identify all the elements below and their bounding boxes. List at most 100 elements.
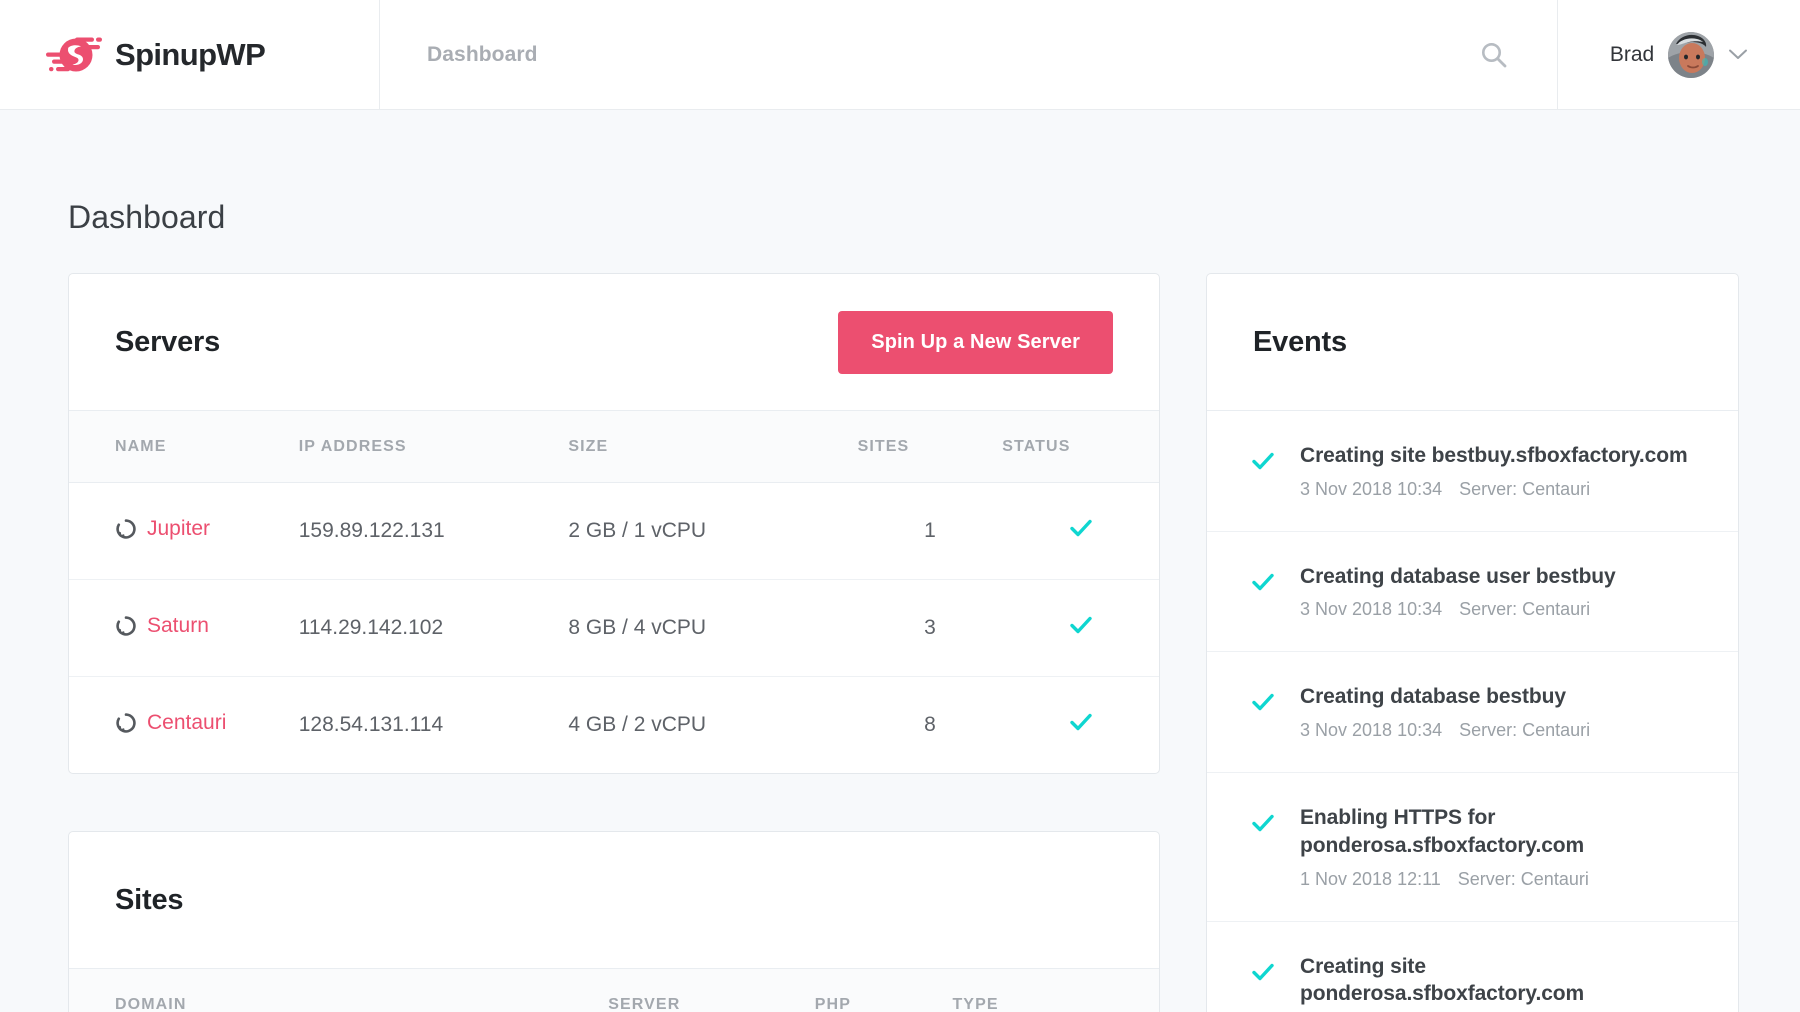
chevron-down-icon[interactable] xyxy=(1728,48,1748,61)
event-title: Enabling HTTPS for ponderosa.sfboxfactor… xyxy=(1300,804,1698,859)
server-sites: 8 xyxy=(858,677,1003,774)
sites-card: Sites DOMAIN SERVER PHP TYPE xyxy=(68,831,1160,1012)
sites-table-head: DOMAIN SERVER PHP TYPE xyxy=(69,969,1159,1012)
event-body: Creating site bestbuy.sfboxfactory.com 3… xyxy=(1300,442,1698,500)
search-icon[interactable] xyxy=(1477,38,1511,72)
logo-text: SpinupWP xyxy=(115,39,265,70)
servers-card-header: Servers Spin Up a New Server xyxy=(69,274,1159,411)
server-icon xyxy=(115,712,137,734)
event-meta: 1 Nov 2018 12:11 Server: Centauri xyxy=(1300,869,1698,890)
col-header-php: PHP xyxy=(815,969,953,1012)
server-name: Centauri xyxy=(147,711,226,735)
server-status xyxy=(1002,483,1159,580)
list-item[interactable]: Creating site ponderosa.sfboxfactory.com… xyxy=(1207,922,1738,1012)
search-placeholder: Dashboard xyxy=(427,43,538,67)
event-meta: 3 Nov 2018 10:34 Server: Centauri xyxy=(1300,720,1698,741)
table-row[interactable]: Centauri 128.54.131.114 4 GB / 2 vCPU 8 xyxy=(69,677,1159,774)
servers-card: Servers Spin Up a New Server NAME IP ADD… xyxy=(68,273,1160,774)
table-row[interactable]: Saturn 114.29.142.102 8 GB / 4 vCPU 3 xyxy=(69,580,1159,677)
event-date: 3 Nov 2018 10:34 xyxy=(1300,479,1442,500)
event-date: 1 Nov 2018 12:11 xyxy=(1300,869,1441,890)
event-check-icon xyxy=(1250,683,1276,741)
server-sites: 1 xyxy=(858,483,1003,580)
global-search[interactable]: Dashboard xyxy=(380,0,1557,109)
events-list: Creating site bestbuy.sfboxfactory.com 3… xyxy=(1207,411,1738,1012)
server-link-jupiter[interactable]: Jupiter xyxy=(115,517,210,541)
server-sites: 3 xyxy=(858,580,1003,677)
server-name-cell: Jupiter xyxy=(69,483,299,580)
server-icon xyxy=(115,615,137,637)
server-size: 8 GB / 4 vCPU xyxy=(568,580,857,677)
event-title: Creating site ponderosa.sfboxfactory.com xyxy=(1300,953,1698,1008)
brand-logo[interactable]: SpinupWP xyxy=(0,0,380,109)
dashboard-columns: Servers Spin Up a New Server NAME IP ADD… xyxy=(0,273,1800,1012)
events-title: Events xyxy=(1253,326,1347,359)
col-header-status: STATUS xyxy=(1002,411,1159,483)
server-size: 2 GB / 1 vCPU xyxy=(568,483,857,580)
servers-header-row: NAME IP ADDRESS SIZE SITES STATUS xyxy=(69,411,1159,483)
event-meta: 3 Nov 2018 10:34 Server: Centauri xyxy=(1300,479,1698,500)
event-meta: 3 Nov 2018 10:34 Server: Centauri xyxy=(1300,599,1698,620)
server-icon xyxy=(115,518,137,540)
event-title: Creating site bestbuy.sfboxfactory.com xyxy=(1300,442,1698,470)
avatar xyxy=(1668,32,1714,78)
col-header-ip: IP ADDRESS xyxy=(299,411,569,483)
event-body: Creating site ponderosa.sfboxfactory.com… xyxy=(1300,953,1698,1012)
event-server: Server: Centauri xyxy=(1459,479,1590,500)
event-check-icon xyxy=(1250,442,1276,500)
col-header-domain: DOMAIN xyxy=(69,969,608,1012)
server-ip: 128.54.131.114 xyxy=(299,677,569,774)
servers-table-body: Jupiter 159.89.122.131 2 GB / 1 vCPU 1 xyxy=(69,483,1159,774)
sites-card-header: Sites xyxy=(69,832,1159,969)
list-item[interactable]: Creating database user bestbuy 3 Nov 201… xyxy=(1207,532,1738,653)
events-card-header: Events xyxy=(1207,274,1738,411)
servers-table-head: NAME IP ADDRESS SIZE SITES STATUS xyxy=(69,411,1159,483)
sites-title: Sites xyxy=(115,884,183,917)
event-body: Enabling HTTPS for ponderosa.sfboxfactor… xyxy=(1300,804,1698,889)
list-item[interactable]: Creating site bestbuy.sfboxfactory.com 3… xyxy=(1207,411,1738,532)
status-check-icon xyxy=(1068,709,1094,735)
left-column: Servers Spin Up a New Server NAME IP ADD… xyxy=(68,273,1160,1012)
server-link-centauri[interactable]: Centauri xyxy=(115,711,226,735)
server-name: Jupiter xyxy=(147,517,210,541)
event-title: Creating database user bestbuy xyxy=(1300,563,1698,591)
server-name: Saturn xyxy=(147,614,209,638)
event-server: Server: Centauri xyxy=(1459,599,1590,620)
col-header-sites: SITES xyxy=(858,411,1003,483)
event-date: 3 Nov 2018 10:34 xyxy=(1300,720,1442,741)
table-row[interactable]: Jupiter 159.89.122.131 2 GB / 1 vCPU 1 xyxy=(69,483,1159,580)
user-name: Brad xyxy=(1610,43,1654,67)
servers-title: Servers xyxy=(115,326,220,359)
servers-table: NAME IP ADDRESS SIZE SITES STATUS xyxy=(69,411,1159,773)
sites-table: DOMAIN SERVER PHP TYPE xyxy=(69,969,1159,1012)
list-item[interactable]: Enabling HTTPS for ponderosa.sfboxfactor… xyxy=(1207,773,1738,921)
col-header-name: NAME xyxy=(69,411,299,483)
server-link-saturn[interactable]: Saturn xyxy=(115,614,209,638)
app-header: SpinupWP Dashboard Brad xyxy=(0,0,1800,110)
col-header-type: TYPE xyxy=(952,969,1159,1012)
server-status xyxy=(1002,677,1159,774)
event-check-icon xyxy=(1250,953,1276,1012)
event-body: Creating database user bestbuy 3 Nov 201… xyxy=(1300,563,1698,621)
page-body: Dashboard Servers Spin Up a New Server N… xyxy=(0,199,1800,1012)
page-title: Dashboard xyxy=(68,199,1800,236)
list-item[interactable]: Creating database bestbuy 3 Nov 2018 10:… xyxy=(1207,652,1738,773)
spinupwp-logo-icon xyxy=(46,34,104,76)
right-column: Events Creating site bestbuy.sfboxfactor… xyxy=(1206,273,1739,1012)
event-check-icon xyxy=(1250,804,1276,889)
event-body: Creating database bestbuy 3 Nov 2018 10:… xyxy=(1300,683,1698,741)
sites-header-row: DOMAIN SERVER PHP TYPE xyxy=(69,969,1159,1012)
event-date: 3 Nov 2018 10:34 xyxy=(1300,599,1442,620)
event-title: Creating database bestbuy xyxy=(1300,683,1698,711)
user-menu[interactable]: Brad xyxy=(1557,0,1800,109)
events-card: Events Creating site bestbuy.sfboxfactor… xyxy=(1206,273,1739,1012)
event-check-icon xyxy=(1250,563,1276,621)
col-header-size: SIZE xyxy=(568,411,857,483)
event-server: Server: Centauri xyxy=(1458,869,1589,890)
status-check-icon xyxy=(1068,515,1094,541)
server-name-cell: Saturn xyxy=(69,580,299,677)
spin-up-new-server-button[interactable]: Spin Up a New Server xyxy=(838,311,1113,374)
col-header-server: SERVER xyxy=(608,969,815,1012)
server-ip: 114.29.142.102 xyxy=(299,580,569,677)
server-status xyxy=(1002,580,1159,677)
